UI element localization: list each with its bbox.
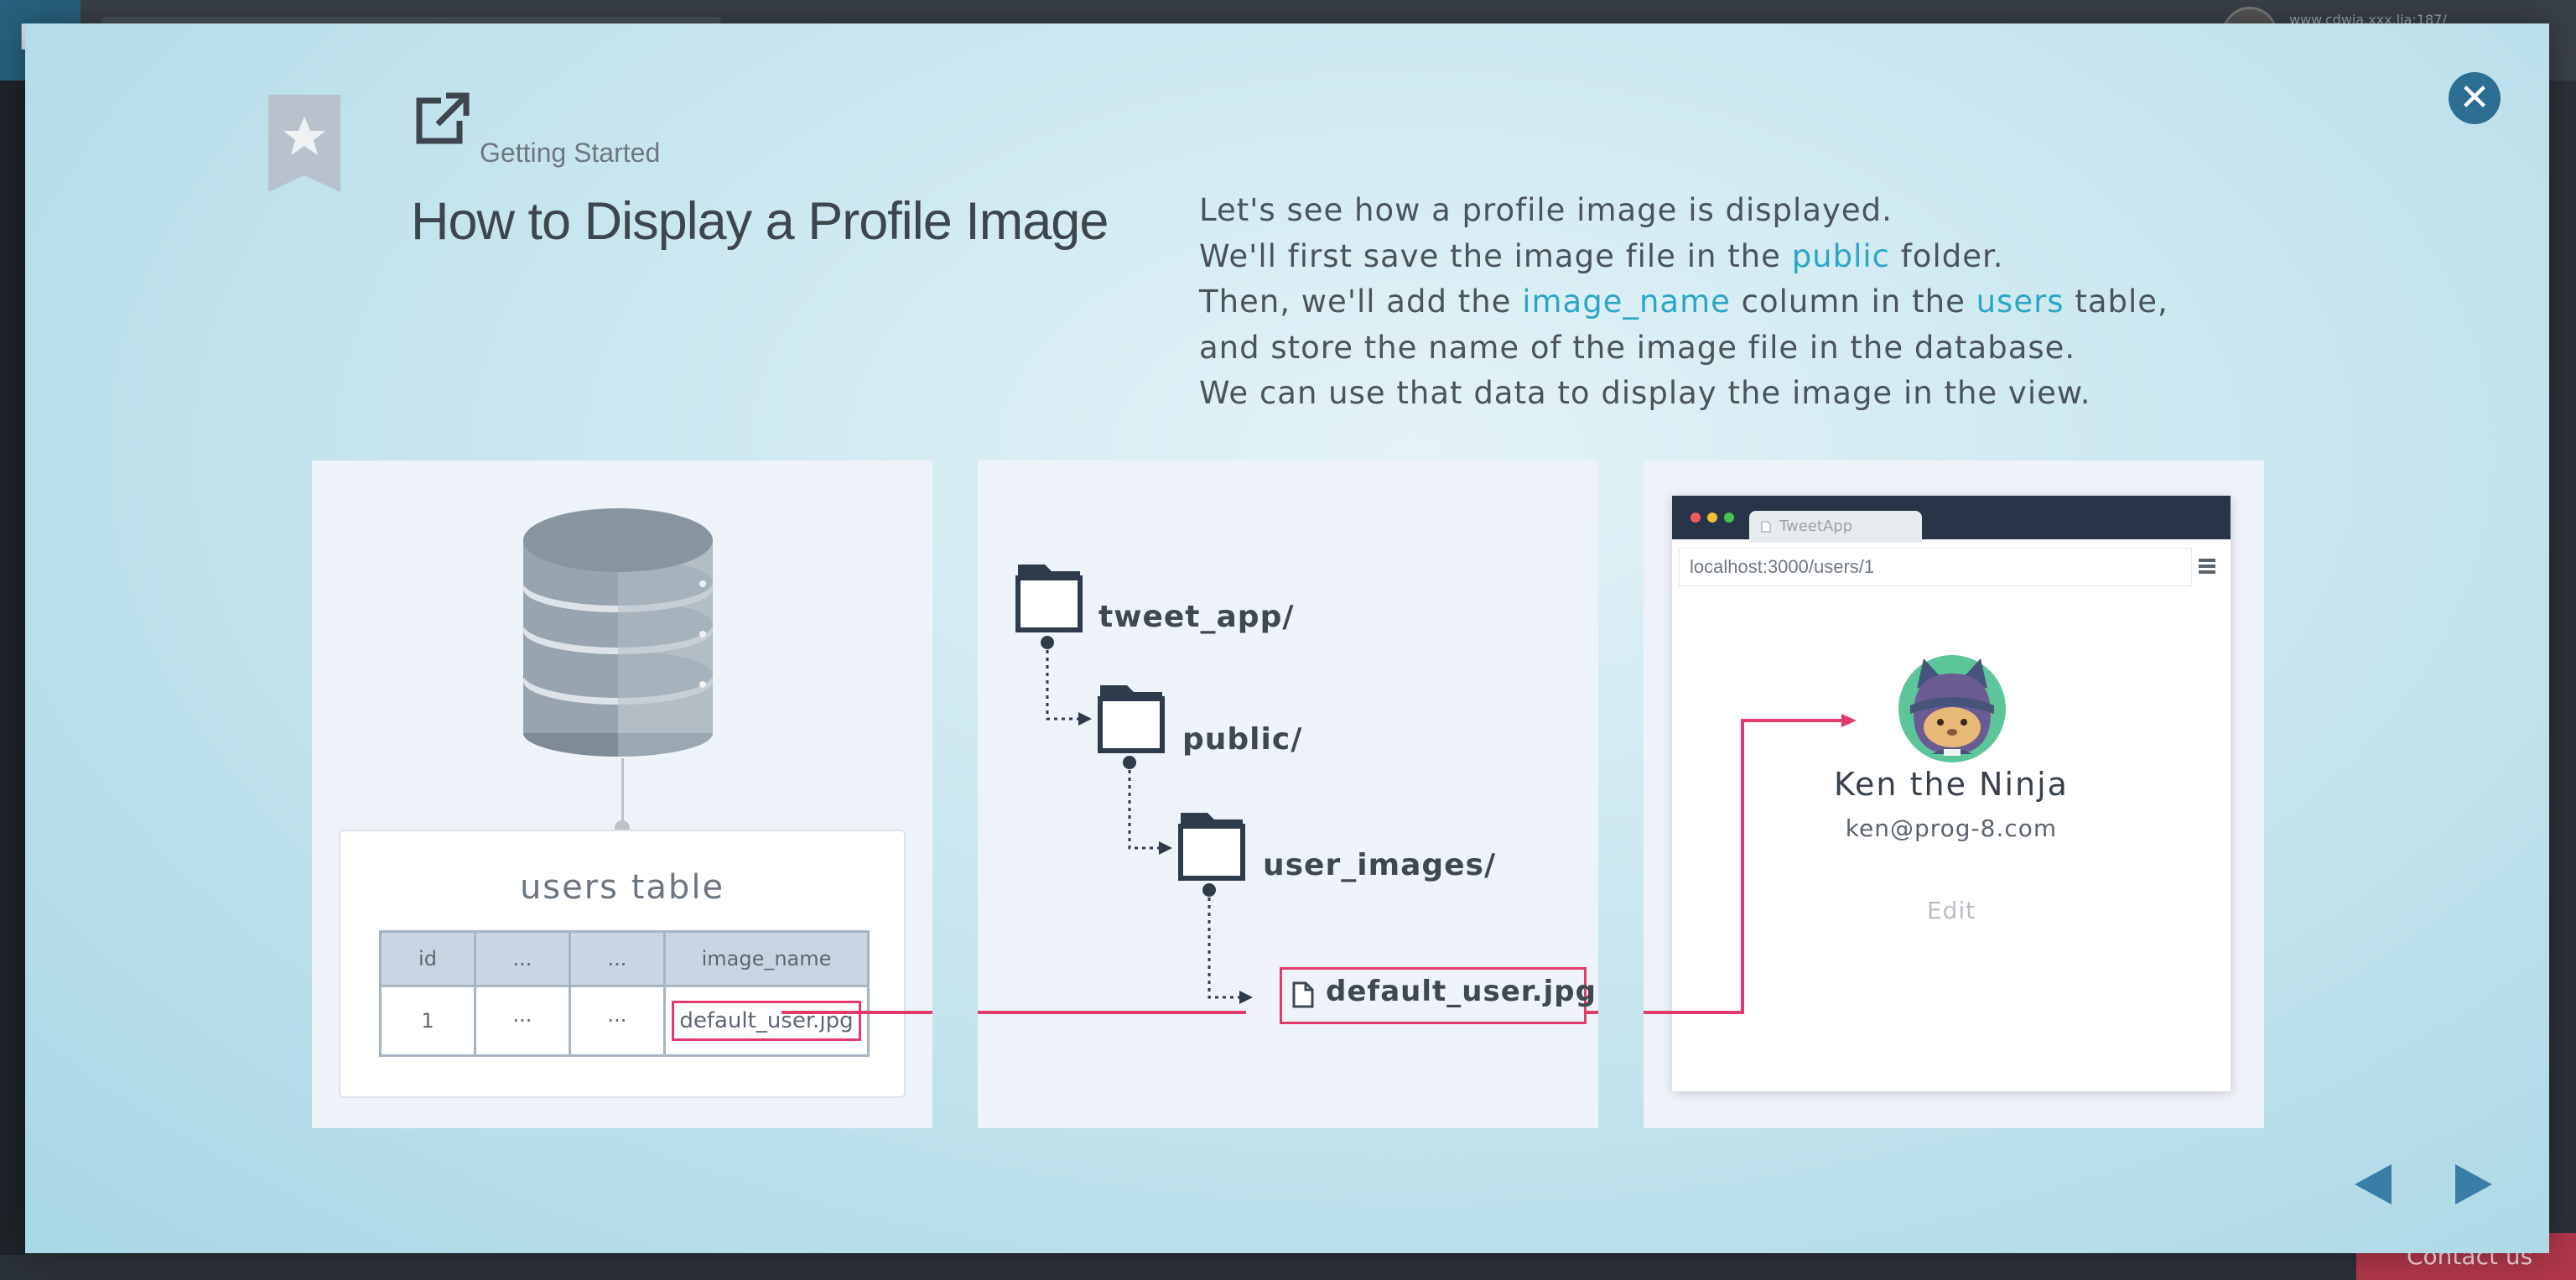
description-line: Let's see how a profile image is display… <box>1199 192 1893 228</box>
page-icon <box>1761 521 1771 533</box>
folder-tree-graphic <box>1015 565 1253 1004</box>
flow-arrow <box>1584 1011 1598 1014</box>
url-text: localhost:3000/users/1 <box>1690 556 1875 577</box>
page-title: How to Display a Profile Image <box>411 192 1109 251</box>
table-cell: ··· <box>474 985 571 1057</box>
database-panel: users table id ... ... image_name 1 ··· … <box>312 460 932 1128</box>
section-label: Getting Started <box>480 138 661 168</box>
folder-label: tweet_app/ <box>1098 600 1295 634</box>
file-label: default_user.jpg <box>1326 975 1597 1008</box>
column-header: id <box>379 930 476 987</box>
file-icon <box>1292 981 1314 1008</box>
table-title: users table <box>519 868 725 907</box>
folder-label: public/ <box>1182 722 1303 757</box>
folder-icon <box>1098 685 1165 753</box>
connector-line <box>621 758 624 825</box>
table-cell: default_user.jpg <box>663 985 870 1057</box>
previous-slide-button[interactable] <box>2353 1163 2393 1206</box>
column-header: image_name <box>663 930 870 987</box>
profile-email: ken@prog-8.com <box>1845 814 2058 842</box>
next-slide-button[interactable] <box>2454 1163 2494 1206</box>
browser-panel: TweetApp localhost:3000/users/1 Ken the … <box>1644 460 2264 1128</box>
folder-icon <box>1178 813 1245 881</box>
browser-tab: TweetApp <box>1749 511 1922 543</box>
users-table: id ... ... image_name 1 ··· ··· default_… <box>379 930 870 1057</box>
folder-icon <box>1015 565 1083 632</box>
window-minimize-dot <box>1707 513 1717 523</box>
address-bar: localhost:3000/users/1 <box>1679 548 2192 586</box>
window-maximize-dot <box>1724 513 1734 523</box>
description-line: Then, we'll add the image_name column in… <box>1199 284 2168 320</box>
edit-link: Edit <box>1926 897 1976 924</box>
users-table-card: users table id ... ... image_name 1 ··· … <box>339 830 906 1098</box>
database-icon <box>523 508 713 757</box>
table-cell: ··· <box>569 985 666 1057</box>
description: Let's see how a profile image is display… <box>1199 188 2289 417</box>
table-row: 1 ··· ··· default_user.jpg <box>379 985 870 1057</box>
profile-name: Ken the Ninja <box>1834 766 2069 803</box>
background-sidebar <box>0 81 25 1280</box>
background-bottombar <box>0 1255 2356 1280</box>
browser-titlebar: TweetApp <box>1672 496 2231 543</box>
description-line: We'll first save the image file in the p… <box>1199 237 2004 274</box>
window-close-dot <box>1690 513 1701 523</box>
external-link-icon <box>416 92 470 144</box>
close-button[interactable]: ✕ <box>2449 72 2501 124</box>
browser-window: TweetApp localhost:3000/users/1 Ken the … <box>1672 496 2231 1091</box>
bookmark-icon[interactable] <box>268 95 340 192</box>
flow-arrow <box>782 1011 932 1014</box>
file-highlight: default_user.jpg <box>1280 967 1596 1024</box>
profile-avatar <box>1898 655 2006 762</box>
column-header: ... <box>474 930 571 987</box>
menu-icon <box>2199 559 2215 574</box>
folder-panel: tweet_app/ public/ user_images/ default_… <box>978 460 1598 1128</box>
folder-label: user_images/ <box>1263 848 1497 882</box>
tab-label: TweetApp <box>1779 518 1853 535</box>
slide-modal: ✕ Getting Started How to Display a Profi… <box>25 23 2549 1253</box>
table-cell: 1 <box>379 985 476 1057</box>
description-line: and store the name of the image file in … <box>1199 329 2076 366</box>
description-line: We can use that data to display the imag… <box>1199 375 2091 411</box>
flow-arrow <box>978 1011 1246 1014</box>
image-name-highlight: default_user.jpg <box>672 1001 861 1041</box>
column-header: ... <box>569 930 666 987</box>
